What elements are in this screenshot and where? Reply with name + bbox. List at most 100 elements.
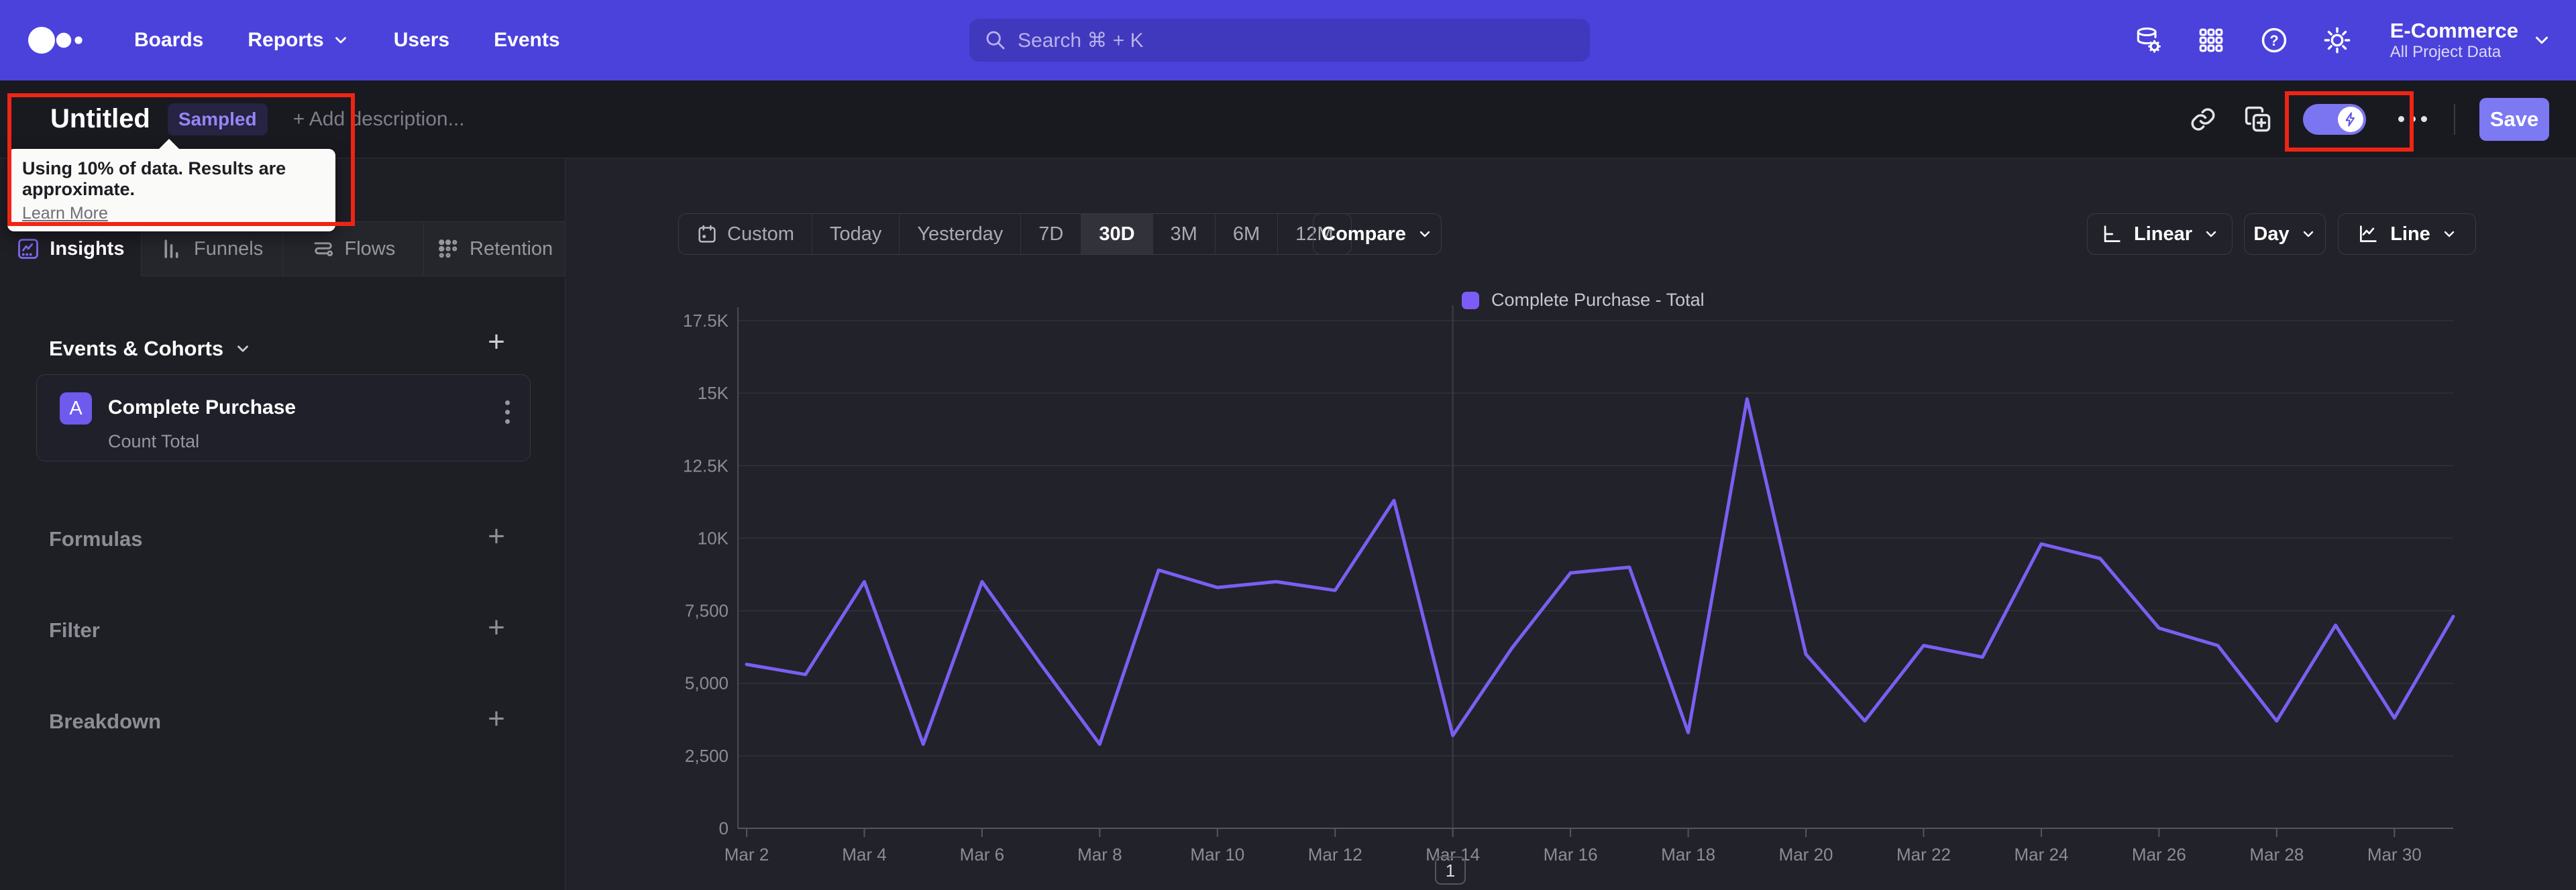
range-3m[interactable]: 3M xyxy=(1153,214,1216,254)
scale-dropdown[interactable]: Linear xyxy=(2087,213,2233,255)
search-icon xyxy=(984,29,1007,52)
toolbar-divider xyxy=(2454,103,2455,135)
add-formula-button[interactable]: + xyxy=(482,520,511,553)
svg-text:Mar 6: Mar 6 xyxy=(960,844,1004,865)
query-sidebar: Insights Funnels Flows Retention Events … xyxy=(0,158,566,890)
data-management-icon[interactable] xyxy=(2133,25,2163,56)
settings-gear-icon[interactable] xyxy=(2322,25,2353,56)
svg-text:Mar 30: Mar 30 xyxy=(2367,844,2422,865)
sampled-badge[interactable]: Sampled xyxy=(167,103,268,135)
chevron-down-icon xyxy=(2532,30,2552,50)
help-icon[interactable]: ? xyxy=(2259,25,2290,56)
chevron-down-icon xyxy=(2441,226,2457,242)
chart-controls: Custom Today Yesterday 7D 30D 3M 6M 12M … xyxy=(566,158,2576,266)
nav-reports[interactable]: Reports xyxy=(248,29,349,52)
compare-button[interactable]: Compare xyxy=(1313,213,1442,255)
range-6m[interactable]: 6M xyxy=(1216,214,1279,254)
pagination-page-button[interactable]: 1 xyxy=(1435,856,1466,885)
event-name[interactable]: Complete Purchase xyxy=(108,396,296,419)
section-formulas: Formulas xyxy=(49,527,143,551)
svg-text:Mar 8: Mar 8 xyxy=(1077,844,1122,865)
sampling-toggle[interactable] xyxy=(2303,103,2366,135)
tooltip-arrow xyxy=(158,139,180,150)
range-yesterday[interactable]: Yesterday xyxy=(900,214,1022,254)
save-button[interactable]: Save xyxy=(2479,97,2549,141)
content-region: Insights Funnels Flows Retention Events … xyxy=(0,158,2576,890)
linear-scale-icon xyxy=(2100,223,2123,245)
svg-text:Mar 20: Mar 20 xyxy=(1779,844,1833,865)
primary-nav: Boards Reports Users Events xyxy=(134,29,560,52)
more-menu-icon[interactable] xyxy=(2396,116,2430,122)
svg-text:Mar 10: Mar 10 xyxy=(1190,844,1244,865)
event-card[interactable]: A Complete Purchase Count Total xyxy=(36,374,531,461)
add-filter-button[interactable]: + xyxy=(482,611,511,644)
event-kebab-menu-icon[interactable] xyxy=(505,400,510,424)
learn-more-link[interactable]: Learn More xyxy=(22,204,108,223)
mixpanel-logo-icon[interactable] xyxy=(27,24,87,56)
svg-text:15K: 15K xyxy=(698,383,729,403)
event-metric[interactable]: Count Total xyxy=(108,431,199,452)
duplicate-icon[interactable] xyxy=(2243,104,2273,135)
svg-text:5,000: 5,000 xyxy=(685,673,729,693)
date-range-segmented-control: Custom Today Yesterday 7D 30D 3M 6M 12M xyxy=(678,213,1352,255)
range-custom[interactable]: Custom xyxy=(679,214,812,254)
line-chart-icon xyxy=(2357,223,2379,245)
svg-text:10K: 10K xyxy=(698,528,729,548)
event-index-chip: A xyxy=(60,392,92,425)
copy-link-icon[interactable] xyxy=(2188,104,2218,135)
project-scope: All Project Data xyxy=(2390,43,2502,62)
chart-type-dropdown[interactable]: Line xyxy=(2338,213,2476,255)
calendar-icon xyxy=(696,223,718,245)
range-30d[interactable]: 30D xyxy=(1081,214,1153,254)
add-event-button[interactable]: + xyxy=(482,325,511,358)
funnels-icon xyxy=(160,237,184,261)
svg-text:Mar 26: Mar 26 xyxy=(2132,844,2186,865)
svg-text:Mar 18: Mar 18 xyxy=(1661,844,1715,865)
range-today[interactable]: Today xyxy=(812,214,900,254)
svg-text:0: 0 xyxy=(719,818,729,838)
svg-text:Mar 22: Mar 22 xyxy=(1896,844,1951,865)
app-screen: Boards Reports Users Events Search ⌘ + K xyxy=(0,0,2576,890)
nav-users[interactable]: Users xyxy=(394,29,449,52)
add-breakdown-button[interactable]: + xyxy=(482,702,511,735)
nav-boards[interactable]: Boards xyxy=(134,29,203,52)
project-selector[interactable]: E-Commerce All Project Data xyxy=(2390,18,2552,62)
section-filter: Filter xyxy=(49,618,100,642)
search-placeholder: Search ⌘ + K xyxy=(1018,29,1144,52)
svg-text:Mar 12: Mar 12 xyxy=(1308,844,1362,865)
chart-panel: Custom Today Yesterday 7D 30D 3M 6M 12M … xyxy=(566,158,2576,890)
svg-text:Mar 2: Mar 2 xyxy=(724,844,769,865)
retention-icon xyxy=(436,237,460,261)
flows-icon xyxy=(311,237,335,261)
add-description-field[interactable]: + Add description... xyxy=(293,108,465,131)
svg-text:Mar 28: Mar 28 xyxy=(2249,844,2304,865)
range-7d[interactable]: 7D xyxy=(1021,214,1082,254)
project-name: E-Commerce xyxy=(2390,19,2518,42)
chevron-down-icon xyxy=(332,32,350,49)
svg-text:7,500: 7,500 xyxy=(685,601,729,621)
line-chart[interactable]: 0 2,500 5,000 7,500 10K 12.5K 15K 17.5K Mar 2 Mar… xyxy=(671,295,2482,890)
svg-text:Mar 24: Mar 24 xyxy=(2014,844,2068,865)
chevron-down-icon xyxy=(234,340,252,357)
svg-text:17.5K: 17.5K xyxy=(683,311,729,331)
nav-events[interactable]: Events xyxy=(494,29,559,52)
insights-icon xyxy=(16,237,40,261)
apps-grid-icon[interactable] xyxy=(2196,25,2226,56)
report-title[interactable]: Untitled xyxy=(50,104,150,134)
svg-text:?: ? xyxy=(2269,32,2278,49)
svg-text:2,500: 2,500 xyxy=(685,746,729,766)
svg-text:12.5K: 12.5K xyxy=(683,455,729,476)
nav-right-cluster: ? E-Commerce All Project Data xyxy=(2133,0,2552,80)
toggle-knob xyxy=(2338,106,2363,132)
svg-text:Mar 16: Mar 16 xyxy=(1544,844,1598,865)
search-input[interactable]: Search ⌘ + K xyxy=(969,19,1590,62)
interval-dropdown[interactable]: Day xyxy=(2244,213,2326,255)
chevron-down-icon xyxy=(1417,226,1433,242)
events-cohorts-header[interactable]: Events & Cohorts xyxy=(49,337,252,361)
report-toolbar: Untitled Sampled + Add description... Sa… xyxy=(0,80,2576,158)
sampling-tooltip: Using 10% of data. Results are approxima… xyxy=(7,139,335,231)
lightning-bolt-icon xyxy=(2343,111,2359,127)
chevron-down-icon xyxy=(2300,226,2316,242)
tab-retention[interactable]: Retention xyxy=(424,221,566,276)
tooltip-message: Using 10% of data. Results are approxima… xyxy=(22,158,286,199)
